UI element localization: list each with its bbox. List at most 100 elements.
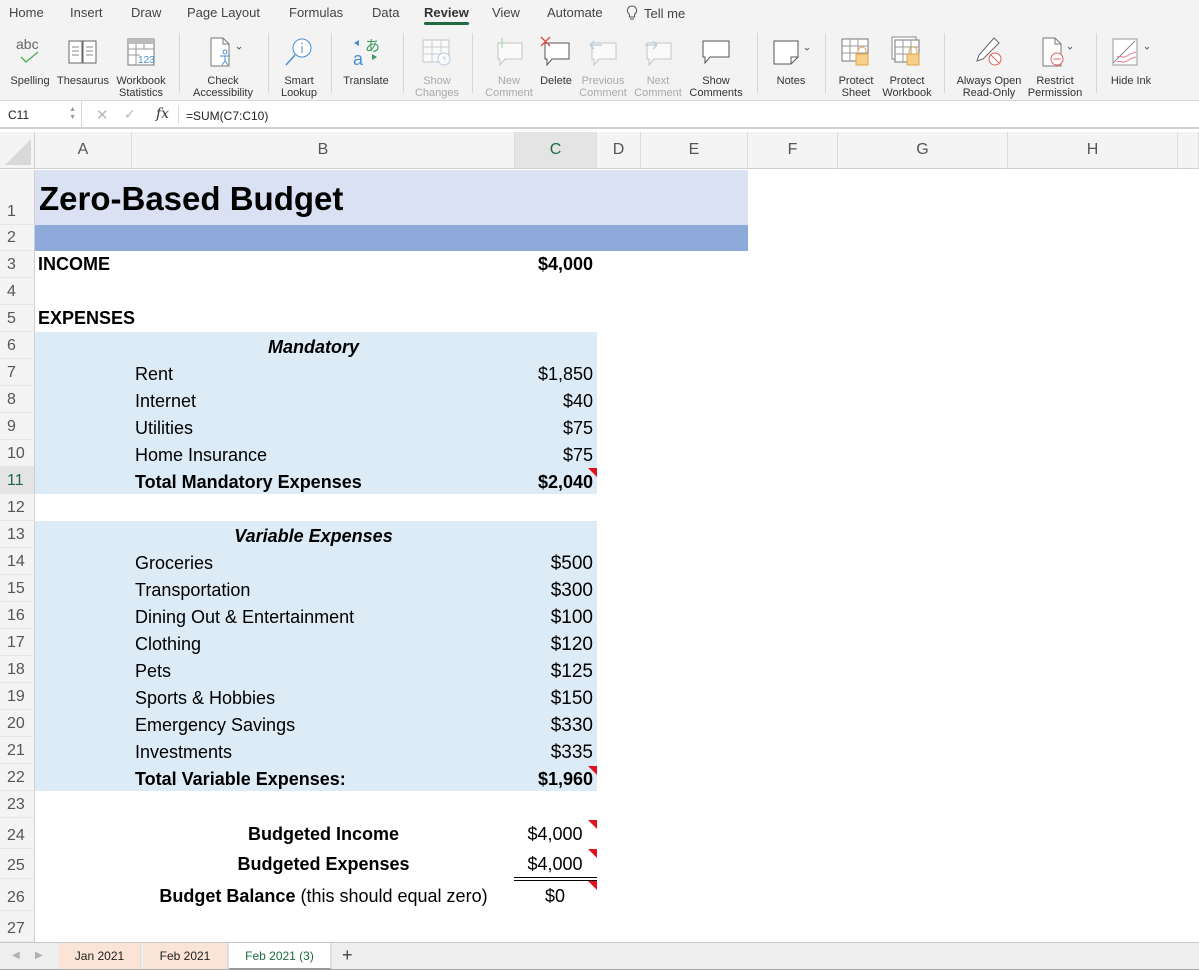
row-header[interactable]: 22 — [0, 764, 35, 791]
previous-sheet-icon[interactable]: ◀ — [12, 950, 20, 961]
variable-item-label[interactable]: Clothing — [135, 631, 201, 658]
mandatory-heading[interactable]: Mandatory — [132, 334, 495, 361]
row-header[interactable]: 24 — [0, 818, 35, 849]
budgeted-expenses-label[interactable]: Budgeted Expenses — [132, 850, 515, 879]
row-header[interactable]: 27 — [0, 911, 35, 942]
row-header[interactable]: 18 — [0, 656, 35, 683]
budgeted-income-value[interactable]: $4,000 — [515, 820, 595, 849]
mandatory-total-value[interactable]: $2,040 — [515, 469, 593, 496]
tell-me-search[interactable]: Tell me — [626, 5, 685, 21]
variable-total-value[interactable]: $1,960 — [515, 766, 593, 793]
comment-indicator-icon[interactable] — [588, 849, 597, 858]
sheet-tab-feb-2021-3[interactable]: Feb 2021 (3) — [229, 943, 331, 969]
income-label[interactable]: INCOME — [38, 251, 110, 278]
check-accessibility-button[interactable]: CheckAccessibility — [191, 33, 255, 99]
sheet-tab-jan-2021[interactable]: Jan 2021 — [59, 943, 141, 969]
variable-item-value[interactable]: $500 — [515, 550, 593, 577]
variable-item-label[interactable]: Transportation — [135, 577, 250, 604]
tab-view[interactable]: View — [492, 5, 520, 20]
column-header-d[interactable]: D — [597, 132, 641, 169]
tab-page-layout[interactable]: Page Layout — [187, 5, 260, 20]
mandatory-item-label[interactable]: Internet — [135, 388, 196, 415]
budgeted-expenses-value[interactable]: $4,000 — [515, 850, 595, 879]
mandatory-item-label[interactable]: Utilities — [135, 415, 193, 442]
row-header[interactable]: 14 — [0, 548, 35, 575]
next-comment-button[interactable]: NextComment — [634, 33, 682, 99]
variable-item-label[interactable]: Pets — [135, 658, 171, 685]
expenses-label[interactable]: EXPENSES — [38, 305, 135, 332]
formula-input[interactable]: =SUM(C7:C10) — [186, 109, 268, 123]
row-header[interactable]: 3 — [0, 251, 35, 278]
comment-indicator-icon[interactable] — [588, 766, 597, 775]
row-header[interactable]: 21 — [0, 737, 35, 764]
column-header-b[interactable]: B — [132, 132, 515, 169]
row-header[interactable]: 6 — [0, 332, 35, 359]
variable-item-value[interactable]: $100 — [515, 604, 593, 631]
always-open-read-only-button[interactable]: Always OpenRead-Only — [955, 33, 1023, 99]
next-sheet-icon[interactable]: ▶ — [35, 950, 43, 961]
row-header[interactable]: 5 — [0, 305, 35, 332]
variable-item-label[interactable]: Emergency Savings — [135, 712, 295, 739]
row-header[interactable]: 12 — [0, 494, 35, 521]
show-comments-button[interactable]: ShowComments — [688, 33, 744, 99]
mandatory-item-label[interactable]: Home Insurance — [135, 442, 267, 469]
variable-item-value[interactable]: $125 — [515, 658, 593, 685]
mandatory-item-value[interactable]: $40 — [515, 388, 593, 415]
restrict-permission-button[interactable]: RestrictPermission — [1026, 33, 1084, 99]
column-header-f[interactable]: F — [748, 132, 838, 169]
row-header[interactable]: 10 — [0, 440, 35, 467]
tab-formulas[interactable]: Formulas — [289, 5, 343, 20]
protect-sheet-button[interactable]: ProtectSheet — [835, 33, 877, 99]
budget-balance-label[interactable]: Budget Balance (this should equal zero) — [132, 881, 515, 911]
hide-ink-button[interactable]: Hide Ink — [1107, 33, 1155, 87]
thesaurus-button[interactable]: Thesaurus — [56, 33, 110, 87]
row-header[interactable]: 23 — [0, 791, 35, 818]
smart-lookup-button[interactable]: SmartLookup — [278, 33, 320, 99]
variable-item-value[interactable]: $150 — [515, 685, 593, 712]
enter-check-icon[interactable]: ✓ — [124, 106, 136, 123]
variable-item-value[interactable]: $300 — [515, 577, 593, 604]
tab-automate[interactable]: Automate — [547, 5, 603, 20]
row-header[interactable]: 15 — [0, 575, 35, 602]
column-header-a[interactable]: A — [35, 132, 132, 169]
row-header[interactable]: 13 — [0, 521, 35, 548]
tab-insert[interactable]: Insert — [70, 5, 103, 20]
show-changes-button[interactable]: ShowChanges — [413, 33, 461, 99]
tab-draw[interactable]: Draw — [131, 5, 161, 20]
mandatory-item-value[interactable]: $75 — [515, 415, 593, 442]
income-value[interactable]: $4,000 — [515, 251, 593, 278]
budget-balance-value[interactable]: $0 — [515, 881, 595, 911]
mandatory-item-value[interactable]: $75 — [515, 442, 593, 469]
column-header-c[interactable]: C — [515, 132, 597, 169]
workbook-statistics-button[interactable]: 123 WorkbookStatistics — [114, 33, 168, 99]
notes-button[interactable]: Notes — [769, 33, 813, 87]
row-header-selected[interactable]: 11 — [0, 467, 35, 494]
tab-review[interactable]: Review — [424, 5, 469, 20]
previous-comment-button[interactable]: PreviousComment — [579, 33, 627, 99]
mandatory-total-label[interactable]: Total Mandatory Expenses — [135, 469, 362, 496]
spelling-button[interactable]: abc Spelling — [8, 33, 52, 87]
cancel-icon[interactable]: ✕ — [96, 106, 109, 124]
row-header[interactable]: 19 — [0, 683, 35, 710]
column-header-e[interactable]: E — [641, 132, 748, 169]
row-header[interactable]: 4 — [0, 278, 35, 305]
column-header-h[interactable]: H — [1008, 132, 1178, 169]
budgeted-income-label[interactable]: Budgeted Income — [132, 820, 515, 849]
name-box[interactable]: C11 ▲▼ — [0, 101, 82, 129]
variable-item-label[interactable]: Groceries — [135, 550, 213, 577]
comment-indicator-icon[interactable] — [588, 820, 597, 829]
translate-button[interactable]: aあ Translate — [341, 33, 391, 87]
tab-data[interactable]: Data — [372, 5, 399, 20]
variable-heading[interactable]: Variable Expenses — [132, 523, 495, 550]
sheet-tab-feb-2021[interactable]: Feb 2021 — [143, 943, 228, 969]
variable-item-value[interactable]: $335 — [515, 739, 593, 766]
new-comment-button[interactable]: NewComment — [484, 33, 534, 99]
variable-item-value[interactable]: $330 — [515, 712, 593, 739]
row-header[interactable]: 2 — [0, 225, 35, 251]
variable-item-value[interactable]: $120 — [515, 631, 593, 658]
select-all-corner[interactable] — [0, 132, 35, 169]
mandatory-item-value[interactable]: $1,850 — [515, 361, 593, 388]
delete-comment-button[interactable]: Delete — [537, 33, 575, 87]
row-header[interactable]: 20 — [0, 710, 35, 737]
row-header[interactable]: 25 — [0, 849, 35, 879]
